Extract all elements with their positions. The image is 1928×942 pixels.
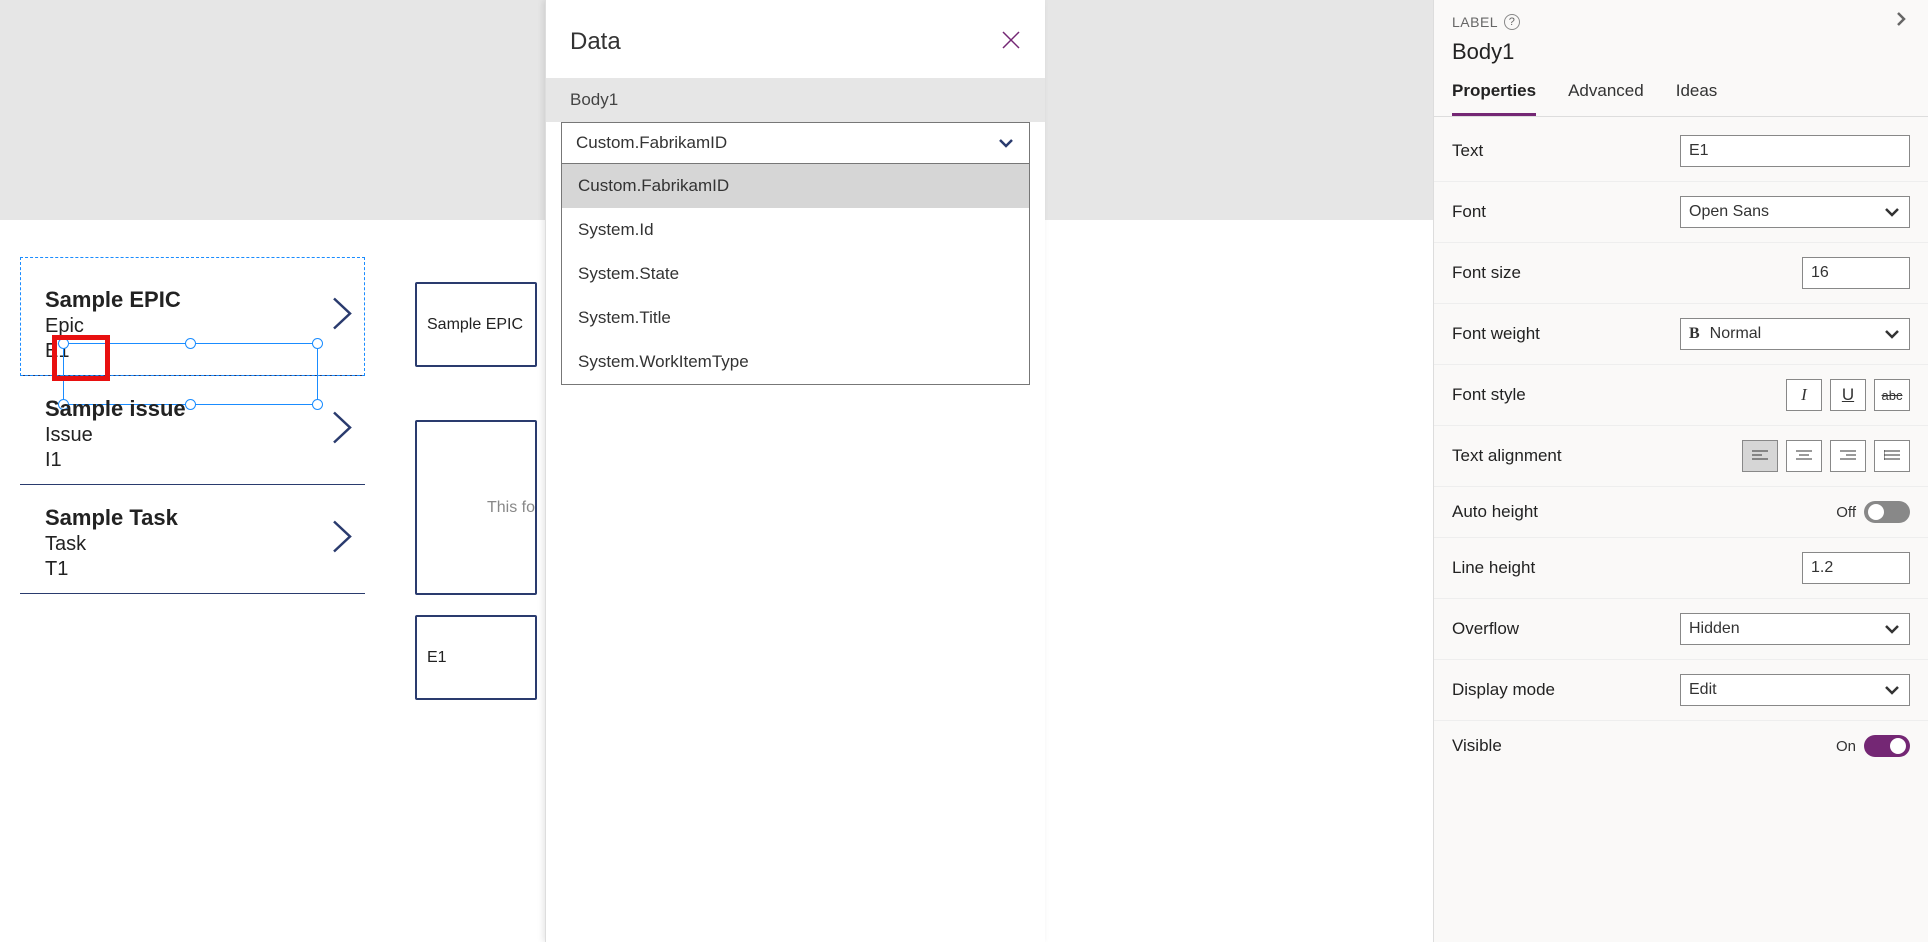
item-code: T1 xyxy=(45,558,365,581)
data-panel-title: Data xyxy=(570,28,621,56)
chevron-right-icon[interactable] xyxy=(329,408,355,453)
data-dropdown: Custom.FabrikamID System.Id System.State… xyxy=(561,163,1030,385)
italic-button[interactable]: I xyxy=(1786,379,1822,411)
visible-toggle[interactable] xyxy=(1864,735,1910,757)
gallery-list: Sample EPIC Epic E1 Sample issue Issue I… xyxy=(20,257,365,594)
overflow-value: Hidden xyxy=(1689,620,1740,638)
tab-advanced[interactable]: Advanced xyxy=(1568,73,1644,116)
dropdown-option[interactable]: Custom.FabrikamID xyxy=(562,164,1029,208)
item-type: Epic xyxy=(45,315,365,338)
displaymode-value: Edit xyxy=(1689,681,1717,699)
preview-text: Sample EPIC xyxy=(427,316,523,334)
item-type: Task xyxy=(45,533,365,556)
item-title: Sample issue xyxy=(45,396,365,422)
strikethrough-button[interactable]: abc xyxy=(1874,379,1910,411)
prop-label-text: Text xyxy=(1452,141,1680,161)
prop-label-displaymode: Display mode xyxy=(1452,680,1680,700)
props-tabs: Properties Advanced Ideas xyxy=(1434,73,1928,117)
chevron-down-icon xyxy=(997,134,1015,152)
help-icon[interactable]: ? xyxy=(1504,14,1520,30)
preview-placeholder-card[interactable]: This fo xyxy=(415,420,537,595)
preview-placeholder-text: This fo xyxy=(487,499,535,517)
chevron-down-icon xyxy=(1883,203,1901,221)
prop-label-fontstyle: Font style xyxy=(1452,385,1680,405)
chevron-right-icon[interactable] xyxy=(329,294,355,339)
prop-label-lineheight: Line height xyxy=(1452,558,1680,578)
font-select[interactable]: Open Sans xyxy=(1680,196,1910,228)
gallery-item-task[interactable]: Sample Task Task T1 xyxy=(20,485,365,594)
close-icon[interactable] xyxy=(1001,30,1021,55)
item-code-body1[interactable]: E1 xyxy=(45,340,365,363)
combo-selected-value: Custom.FabrikamID xyxy=(576,133,727,153)
align-center-button[interactable] xyxy=(1786,440,1822,472)
preview-card-code[interactable]: E1 xyxy=(415,615,537,700)
chevron-right-icon[interactable] xyxy=(329,517,355,562)
prop-label-overflow: Overflow xyxy=(1452,619,1680,639)
fontweight-value: Normal xyxy=(1710,325,1762,343)
prop-label-fontweight: Font weight xyxy=(1452,324,1680,344)
align-left-button[interactable] xyxy=(1742,440,1778,472)
prop-label-font: Font xyxy=(1452,202,1680,222)
lineheight-input[interactable] xyxy=(1802,552,1910,584)
prop-label-fontsize: Font size xyxy=(1452,263,1680,283)
displaymode-select[interactable]: Edit xyxy=(1680,674,1910,706)
element-name: Body1 xyxy=(1434,33,1928,73)
preview-card-title[interactable]: Sample EPIC xyxy=(415,282,537,367)
preview-text: E1 xyxy=(427,649,447,667)
tab-ideas[interactable]: Ideas xyxy=(1676,73,1718,116)
autoheight-toggle[interactable] xyxy=(1864,501,1910,523)
data-panel: Data Body1 Custom.FabrikamID Custom.Fabr… xyxy=(545,0,1045,942)
item-title: Sample EPIC xyxy=(45,287,365,313)
overflow-select[interactable]: Hidden xyxy=(1680,613,1910,645)
data-section-label: Body1 xyxy=(546,78,1045,122)
item-title: Sample Task xyxy=(45,505,365,531)
dropdown-option[interactable]: System.WorkItemType xyxy=(562,340,1029,384)
gallery-item-epic[interactable]: Sample EPIC Epic E1 xyxy=(20,257,365,376)
autoheight-value: Off xyxy=(1836,504,1856,521)
properties-panel: LABEL ? Body1 Properties Advanced Ideas … xyxy=(1433,0,1928,942)
dropdown-option[interactable]: System.State xyxy=(562,252,1029,296)
chevron-down-icon xyxy=(1883,681,1901,699)
visible-value: On xyxy=(1836,738,1856,755)
data-field-combo[interactable]: Custom.FabrikamID Custom.FabrikamID Syst… xyxy=(561,122,1030,385)
font-value: Open Sans xyxy=(1689,203,1769,221)
prop-label-textalign: Text alignment xyxy=(1452,446,1680,466)
gallery-item-issue[interactable]: Sample issue Issue I1 xyxy=(20,376,365,485)
tab-properties[interactable]: Properties xyxy=(1452,73,1536,116)
chevron-down-icon xyxy=(1883,620,1901,638)
item-code: I1 xyxy=(45,449,365,472)
prop-label-visible: Visible xyxy=(1452,736,1680,756)
dropdown-option[interactable]: System.Title xyxy=(562,296,1029,340)
chevron-down-icon xyxy=(1883,325,1901,343)
align-justify-button[interactable] xyxy=(1874,440,1910,472)
underline-button[interactable]: U xyxy=(1830,379,1866,411)
chevron-right-icon[interactable] xyxy=(1892,10,1910,33)
fontweight-select[interactable]: BNormal xyxy=(1680,318,1910,350)
control-type-label: LABEL xyxy=(1452,14,1498,30)
text-input[interactable] xyxy=(1680,135,1910,167)
align-right-button[interactable] xyxy=(1830,440,1866,472)
item-type: Issue xyxy=(45,424,365,447)
dropdown-option[interactable]: System.Id xyxy=(562,208,1029,252)
prop-label-autoheight: Auto height xyxy=(1452,502,1680,522)
fontsize-input[interactable] xyxy=(1802,257,1910,289)
